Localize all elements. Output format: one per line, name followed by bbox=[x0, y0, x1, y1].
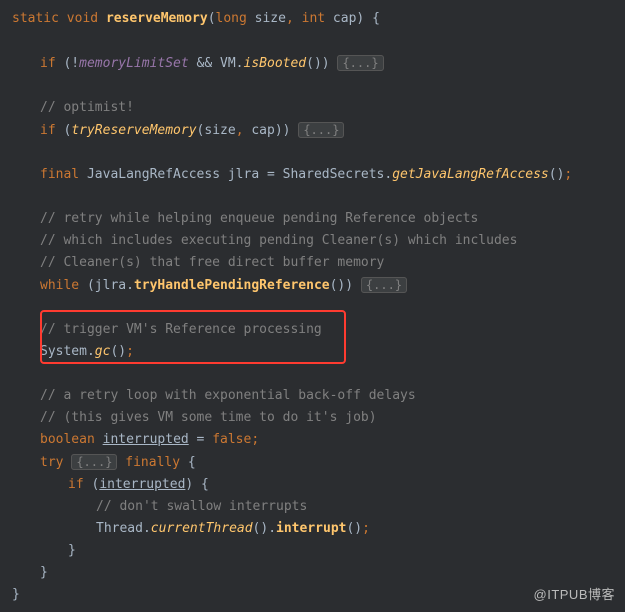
code-line: } bbox=[12, 562, 625, 584]
blank-line bbox=[12, 142, 625, 164]
comment-line: // (this gives VM some time to do it's j… bbox=[12, 407, 625, 429]
comment-line: // trigger VM's Reference processing bbox=[12, 319, 625, 341]
code-line: if (interrupted) { bbox=[12, 474, 625, 496]
watermark: @ITPUB博客 bbox=[534, 584, 615, 606]
comment-line: // optimist! bbox=[12, 97, 625, 119]
blank-line bbox=[12, 363, 625, 385]
code-line: static void reserveMemory(long size, int… bbox=[12, 8, 625, 30]
code-line: Thread.currentThread().interrupt(); bbox=[12, 518, 625, 540]
blank-line bbox=[12, 75, 625, 97]
comment-line: // a retry loop with exponential back-of… bbox=[12, 385, 625, 407]
fold-icon[interactable]: {...} bbox=[361, 277, 407, 293]
fold-icon[interactable]: {...} bbox=[71, 454, 117, 470]
code-line: boolean interrupted = false; bbox=[12, 429, 625, 451]
blank-line bbox=[12, 186, 625, 208]
comment-line: // retry while helping enqueue pending R… bbox=[12, 208, 625, 230]
fold-icon[interactable]: {...} bbox=[337, 55, 383, 71]
blank-line bbox=[12, 30, 625, 52]
code-line: while (jlra.tryHandlePendingReference())… bbox=[12, 274, 625, 297]
comment-line: // don't swallow interrupts bbox=[12, 496, 625, 518]
code-block: static void reserveMemory(long size, int… bbox=[0, 0, 625, 606]
code-line: final JavaLangRefAccess jlra = SharedSec… bbox=[12, 164, 625, 186]
blank-line bbox=[12, 297, 625, 319]
code-line: if (tryReserveMemory(size, cap)) {...} bbox=[12, 119, 625, 142]
fold-icon[interactable]: {...} bbox=[298, 122, 344, 138]
code-line: if (!memoryLimitSet && VM.isBooted()) {.… bbox=[12, 52, 625, 75]
comment-line: // which includes executing pending Clea… bbox=[12, 230, 625, 252]
code-line: } bbox=[12, 540, 625, 562]
comment-line: // Cleaner(s) that free direct buffer me… bbox=[12, 252, 625, 274]
code-line: System.gc(); bbox=[12, 341, 625, 363]
code-line: try {...} finally { bbox=[12, 451, 625, 474]
